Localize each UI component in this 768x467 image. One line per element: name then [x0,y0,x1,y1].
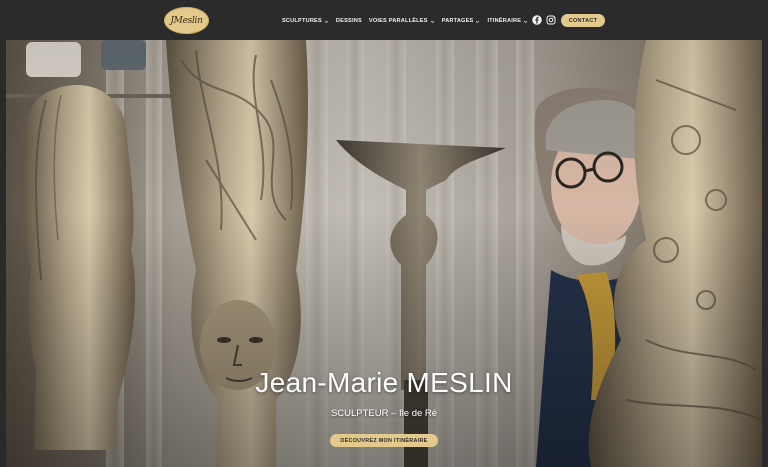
chevron-down-icon [523,20,528,23]
nav-item-sculptures[interactable]: SCULPTURES [282,18,329,24]
chevron-down-icon [476,20,480,23]
hero-section: Jean-Marie MESLIN SCULPTEUR – Ile de Ré … [6,40,762,467]
nav-item-label: VOIES PARALLÈLES [368,18,428,24]
facebook-icon[interactable] [532,15,542,25]
site-logo[interactable]: JMeslin [164,7,209,34]
nav-item-label: PARTAGES [441,18,474,24]
nav-item-label: SCULPTURES [282,18,322,24]
instagram-icon[interactable] [546,15,556,25]
chevron-down-icon [430,20,434,23]
hero-overlay [6,40,762,467]
nav-item-dessins[interactable]: DESSINS [336,18,362,24]
nav-item-voies-paralleles[interactable]: VOIES PARALLÈLES [369,18,435,24]
discover-itinerary-button[interactable]: DÉCOUVREZ MON ITINÉRAIRE [330,434,438,447]
social-links [532,15,556,25]
site-header: JMeslin SCULPTURES DESSINS VOIES PARALLÈ… [0,0,768,41]
hero-title: Jean-Marie MESLIN [255,367,513,398]
nav-item-label: DESSINS [335,18,362,24]
main-nav: SCULPTURES DESSINS VOIES PARALLÈLES PART… [282,15,535,27]
nav-item-itineraire[interactable]: ITINÉRAIRE [487,18,528,24]
logo-signature: JMeslin [170,15,203,26]
contact-button[interactable]: CONTACT [561,14,605,27]
nav-item-partages[interactable]: PARTAGES [442,18,481,24]
hero-subtitle: SCULPTEUR – Ile de Ré [330,408,438,419]
chevron-down-icon [324,20,329,23]
nav-item-label: ITINÉRAIRE [487,18,522,24]
